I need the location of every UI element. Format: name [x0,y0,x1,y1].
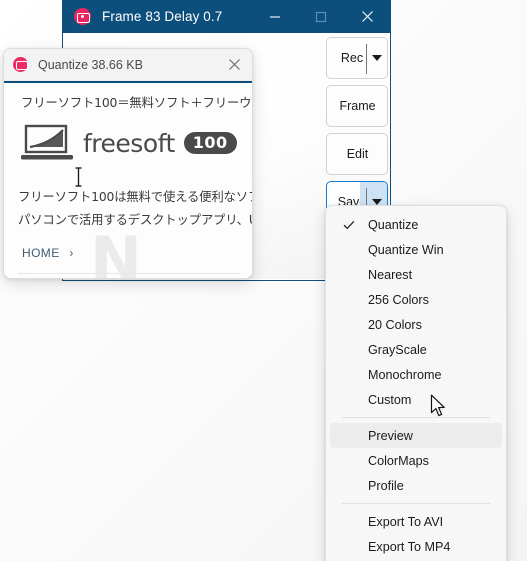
menu-item-label: Nearest [368,267,413,282]
background-watermark: N [90,223,142,279]
site-body-line-1: フリーソフト100は無料で使える便利なソフ [18,189,252,204]
menu-item-20-colors[interactable]: 20 Colors [330,312,502,337]
menu-item-nearest[interactable]: Nearest [330,262,502,287]
quantize-window-titlebar: Quantize 38.66 KB [4,49,252,81]
menu-separator [342,417,490,418]
ibeam-cursor [74,166,83,193]
logo-badge: 100 [183,132,237,154]
breadcrumb-home-link[interactable]: HOME [22,246,60,260]
menu-item-label: Quantize Win [368,242,444,257]
menu-item-label: Export To AVI [368,514,444,529]
laptop-icon [21,124,73,160]
menu-item-colormaps[interactable]: ColorMaps [330,448,502,473]
freesoft100-logo: freesoft 100 [20,123,237,163]
chevron-right-icon: › [69,246,74,260]
menu-item-profile[interactable]: Profile [330,473,502,498]
edit-button[interactable]: Edit [326,133,388,175]
main-window-titlebar: Frame 83 Delay 0.7 [63,0,390,33]
menu-item-export-to-avi[interactable]: Export To AVI [330,509,502,534]
frame-button[interactable]: Frame [326,85,388,127]
menu-item-label: Quantize [368,217,419,232]
menu-separator [342,503,490,504]
menu-item-custom[interactable]: Custom [330,387,502,412]
menu-item-label: 20 Colors [368,317,422,332]
menu-item-label: Export To MP4 [368,539,451,554]
minimize-icon[interactable] [252,0,298,33]
maximize-icon[interactable] [298,0,344,33]
rec-button[interactable]: Rec [326,37,388,79]
quantize-window-content: N フリーソフト100＝無料ソフト＋フリーウェ freesoft 100 フリー… [4,81,252,279]
menu-item-label: Monochrome [368,367,442,382]
rec-split-divider [366,44,367,74]
save-dropdown-menu: Quantize Quantize Win Nearest 256 Colors 20 … [325,205,507,561]
menu-item-label: Preview [368,428,413,443]
quantize-preview-window: Quantize 38.66 KB N フリーソフト100＝無料ソフト＋フリーウ… [3,48,253,279]
breadcrumb[interactable]: HOME › [22,246,74,260]
close-icon[interactable] [216,49,252,81]
main-window-title: Frame 83 Delay 0.7 [102,9,223,24]
menu-item-grayscale[interactable]: GrayScale [330,337,502,362]
menu-item-label: Profile [368,478,404,493]
menu-item-preview[interactable]: Preview [330,423,502,448]
site-body-line-2: パソコンで活用するデスクトップアプリ、U [18,212,252,227]
menu-item-label: Custom [368,392,412,407]
frame-button-label: Frame [339,99,376,113]
tool-button-column: Rec Frame Edit Save [326,37,388,223]
logo-wordmark: freesoft [83,128,175,158]
close-icon[interactable] [344,0,390,33]
chevron-down-icon[interactable] [372,55,382,61]
window-controls [252,0,390,33]
menu-item-label: ColorMaps [368,453,429,468]
quantize-window-title: Quantize 38.66 KB [38,57,143,72]
menu-item-label: 256 Colors [368,292,429,307]
site-heading: フリーソフト100＝無料ソフト＋フリーウェ [21,95,252,110]
mouse-pointer-cursor [430,394,447,424]
menu-item-export-to-mp4[interactable]: Export To MP4 [330,534,502,559]
check-icon [343,219,355,231]
menu-item-label: GrayScale [368,342,427,357]
menu-item-monochrome[interactable]: Monochrome [330,362,502,387]
menu-item-quantize-win[interactable]: Quantize Win [330,237,502,262]
camera-record-icon [13,57,28,72]
edit-button-label: Edit [346,147,369,161]
content-divider [18,273,240,274]
menu-item-256-colors[interactable]: 256 Colors [330,287,502,312]
menu-item-quantize[interactable]: Quantize [330,212,502,237]
camera-record-icon [74,8,91,25]
screen: Frame 83 Delay 0.7 Rec Frame Edit Save Q… [0,0,527,561]
